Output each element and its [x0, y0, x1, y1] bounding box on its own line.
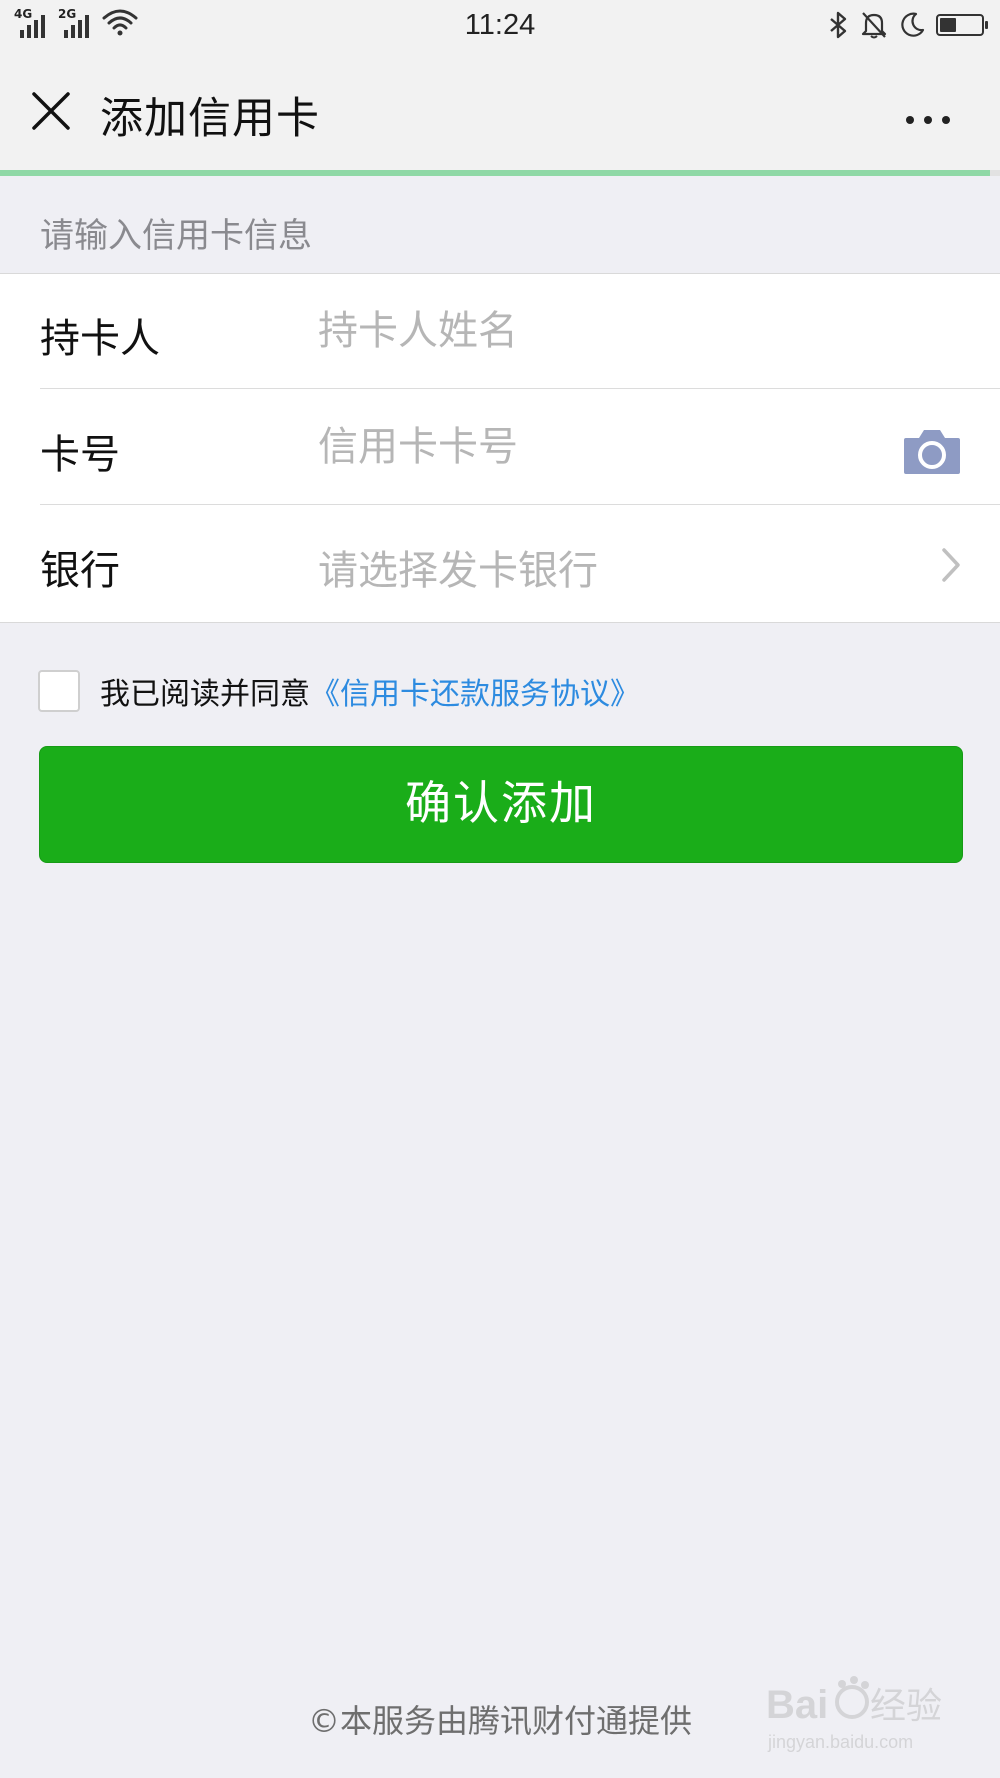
agreement-link[interactable]: 《信用卡还款服务协议》: [310, 669, 640, 713]
page-load-progress: [0, 170, 1000, 176]
agreement-row: 我已阅读并同意 《信用卡还款服务协议》: [38, 669, 640, 713]
bluetooth-icon: [830, 11, 847, 39]
chevron-right-icon: [942, 548, 960, 582]
svg-text:jingyan.baidu.com: jingyan.baidu.com: [767, 1732, 913, 1752]
moon-icon: [901, 12, 925, 37]
cardholder-label: 持卡人: [40, 316, 160, 362]
svg-text:经验: 经验: [870, 1686, 942, 1727]
credit-card-form: 持卡人 卡号 银行 请选择发卡银行: [0, 273, 1000, 623]
cardholder-name-input[interactable]: [318, 296, 878, 366]
page-load-progress-fill: [0, 170, 990, 176]
bank-select-placeholder[interactable]: 请选择发卡银行: [318, 538, 598, 596]
row-divider: [40, 388, 1000, 389]
card-number-label: 卡号: [40, 432, 120, 478]
card-number-input[interactable]: [318, 412, 778, 482]
confirm-add-button[interactable]: 确认添加: [39, 746, 963, 863]
svg-text:Bai: Bai: [766, 1683, 828, 1727]
baidu-jingyan-watermark-logo: Bai 经验 jingyan.baidu.com: [766, 1676, 942, 1752]
status-bar: 4G 2G 11:24: [0, 0, 1000, 52]
agreement-checkbox[interactable]: [38, 670, 80, 712]
battery-level-fill: [940, 18, 956, 32]
page-title: 添加信用卡: [100, 94, 320, 144]
close-icon[interactable]: [28, 88, 74, 134]
mute-bell-icon: [861, 12, 887, 39]
section-title: 请输入信用卡信息: [40, 216, 312, 256]
status-right: [828, 10, 988, 40]
row-bank-select[interactable]: 银行 请选择发卡银行: [0, 506, 1000, 621]
battery-icon: [936, 14, 988, 36]
row-cardholder: 持卡人: [0, 274, 1000, 389]
more-icon[interactable]: [902, 110, 954, 130]
row-divider: [40, 504, 1000, 505]
row-card-number: 卡号: [0, 390, 1000, 505]
nav-bar: 添加信用卡: [0, 52, 1000, 170]
agreement-text: 我已阅读并同意: [100, 677, 310, 712]
bank-label: 银行: [40, 548, 120, 594]
camera-icon[interactable]: [902, 426, 962, 476]
